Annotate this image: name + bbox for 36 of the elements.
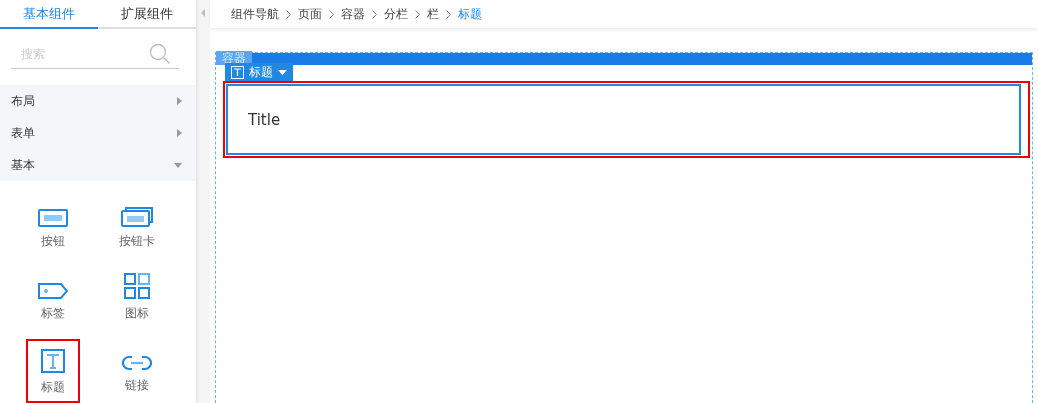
tag-icon xyxy=(38,283,68,299)
chevron-right-icon xyxy=(446,9,451,19)
breadcrumb-item[interactable]: 页面 xyxy=(298,5,322,23)
tab[interactable]: 基本组件 xyxy=(0,0,98,29)
breadcrumb-item[interactable]: 栏 xyxy=(427,5,439,23)
chevron-right-icon xyxy=(415,9,420,19)
component-toolbar[interactable]: 标题 xyxy=(225,63,293,81)
category-item[interactable]: 表单 xyxy=(11,124,35,142)
text-icon xyxy=(41,349,65,373)
link-icon xyxy=(122,355,152,371)
caret-down-icon[interactable] xyxy=(278,69,287,75)
breadcrumb-item[interactable]: 容器 xyxy=(341,5,365,23)
chevron-right-icon xyxy=(372,9,377,19)
component-item[interactable]: 按钮 xyxy=(11,195,95,259)
title-component[interactable]: Title xyxy=(226,84,1021,155)
category-item[interactable]: 基本 xyxy=(11,156,35,174)
breadcrumb-item[interactable]: 标题 xyxy=(458,5,482,23)
toolbar-label: 标题 xyxy=(249,63,273,81)
breadcrumb-item[interactable]: 分栏 xyxy=(384,5,408,23)
breadcrumb-item[interactable]: 组件导航 xyxy=(231,5,279,23)
tab[interactable]: 扩展组件 xyxy=(98,0,196,29)
search-icon xyxy=(149,43,171,65)
component-item[interactable]: 图标 xyxy=(95,267,179,331)
btn-card-icon xyxy=(121,207,153,227)
component-item[interactable]: 链接 xyxy=(95,339,179,403)
component-item[interactable]: 标题 xyxy=(26,339,80,403)
container-area[interactable]: 容器 标题 Title xyxy=(215,52,1033,403)
btn-icon xyxy=(38,209,68,227)
grid-icon xyxy=(124,273,150,299)
chevron-right-icon xyxy=(286,9,291,19)
category-item[interactable]: 布局 xyxy=(11,92,35,110)
title-text: Title xyxy=(248,110,281,129)
component-item[interactable]: 按钮卡 xyxy=(95,195,179,259)
text-icon xyxy=(231,65,244,79)
component-item[interactable]: 标签 xyxy=(11,267,95,331)
chevron-right-icon xyxy=(329,9,334,19)
